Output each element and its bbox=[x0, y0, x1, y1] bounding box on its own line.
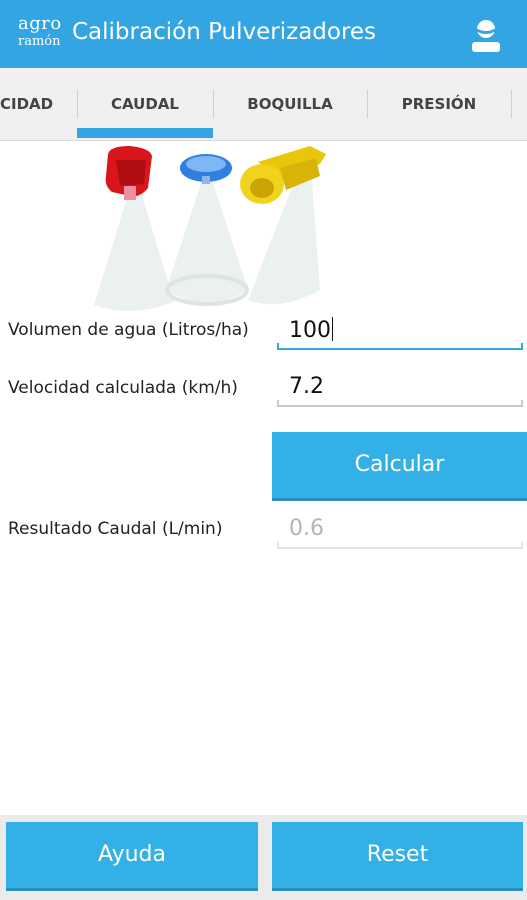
tab-selected-indicator bbox=[77, 128, 213, 138]
velocidad-label: Velocidad calculada (km/h) bbox=[8, 378, 238, 398]
ayuda-button[interactable]: Ayuda bbox=[6, 822, 258, 888]
resultado-output: 0.6 bbox=[277, 511, 523, 549]
resultado-label: Resultado Caudal (L/min) bbox=[8, 519, 223, 539]
logo-line2: ramón bbox=[18, 34, 61, 49]
app-bar: agro ramón Calibración Pulverizadores bbox=[0, 0, 527, 68]
tab-velocidad[interactable]: CIDAD bbox=[0, 68, 77, 140]
reset-button[interactable]: Reset bbox=[272, 822, 523, 888]
app-title: Calibración Pulverizadores bbox=[72, 19, 377, 45]
resultado-value: 0.6 bbox=[289, 516, 324, 541]
text-caret bbox=[332, 317, 333, 341]
calcular-button[interactable]: Calcular bbox=[272, 432, 527, 498]
app-logo: agro ramón bbox=[18, 14, 70, 49]
tab-presion[interactable]: PRESIÓN bbox=[367, 68, 511, 140]
red-nozzle-icon bbox=[105, 146, 152, 200]
volumen-value: 100 bbox=[289, 318, 331, 343]
spray-nozzles-illustration bbox=[94, 146, 326, 311]
tab-divider bbox=[511, 90, 512, 118]
logo-line1: agro bbox=[18, 13, 62, 34]
volumen-input[interactable]: 100 bbox=[277, 312, 523, 350]
volumen-label: Volumen de agua (Litros/ha) bbox=[8, 320, 249, 340]
velocidad-input[interactable]: 7.2 bbox=[277, 369, 523, 407]
tab-boquilla[interactable]: BOQUILLA bbox=[213, 68, 367, 140]
velocidad-value: 7.2 bbox=[289, 374, 324, 399]
blue-nozzle-icon bbox=[180, 154, 232, 184]
user-icon[interactable] bbox=[470, 18, 502, 52]
